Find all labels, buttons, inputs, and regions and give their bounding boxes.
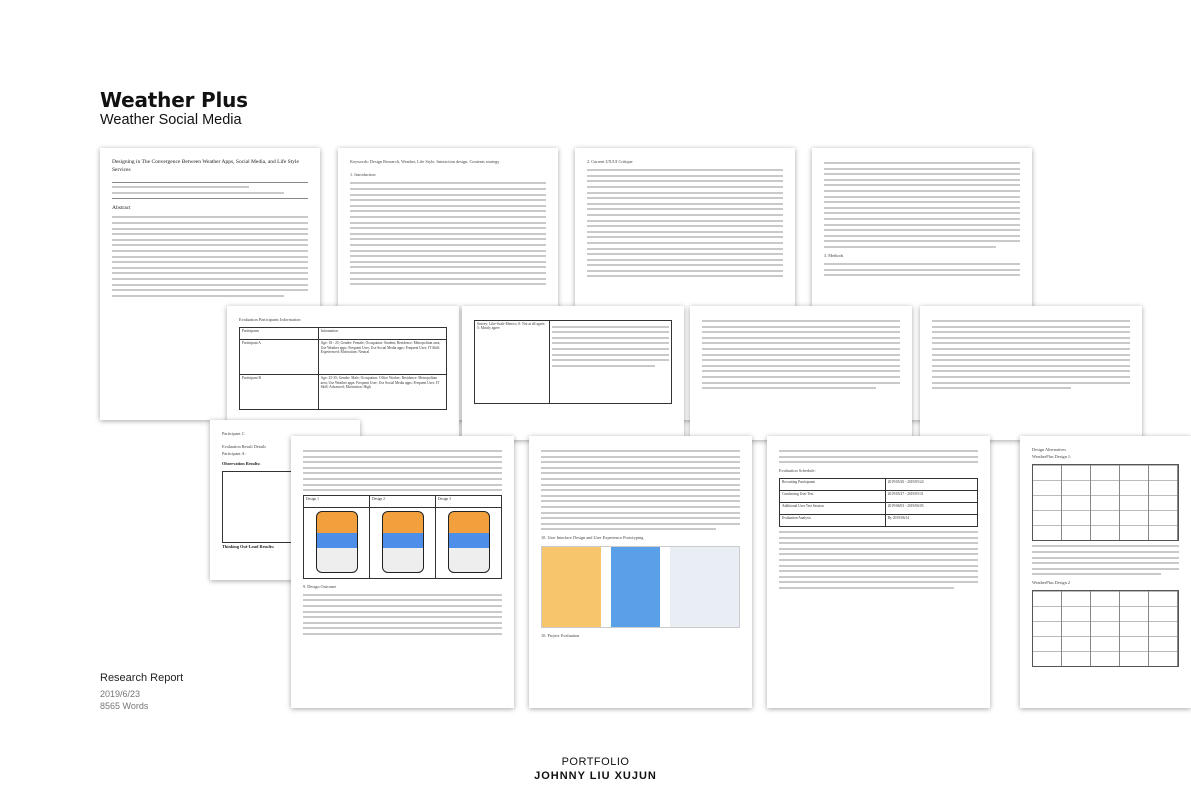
schedule-table: Recruiting Participants 2019/05/20 - 2019… <box>779 477 979 527</box>
critique-heading: 2. Current UX/UI Critique <box>587 159 633 164</box>
report-word-count: 8565 Words <box>100 701 149 711</box>
design-outcome-page: Design 1 Design 2 Design 3 9. Design Outco… <box>291 436 514 708</box>
introduction-heading: 1. Introduction <box>350 172 376 178</box>
participant-a-cell: Participant A <box>239 339 319 376</box>
ui-design-heading: 10. User Interface Design and User Exper… <box>541 535 644 541</box>
participant-b-cell: Participant B <box>239 374 319 411</box>
design-1-sketch <box>1032 464 1179 542</box>
design-alternatives-page: Design Alternatives WeatherPlus Design 1… <box>1020 436 1191 708</box>
col-participants: Participants <box>239 327 319 341</box>
methods-heading: 3. Methods <box>824 252 844 258</box>
participants-table: Participants Information Participant A Age… <box>239 327 448 411</box>
wp-design-2-label: WeatherPlus Design 2 <box>1032 579 1071 585</box>
schedule-row-0-date: 2019/05/20 - 2019/05/24 <box>884 477 979 491</box>
paper-title: Designing in The Convergence Between Wea… <box>112 159 299 173</box>
survey-legend: Survey: Like-Scale Metrics; 0: Not at al… <box>474 320 550 404</box>
schedule-page: Evaluation Schedule: Recruiting Particip… <box>767 436 990 708</box>
report-label: Research Report <box>100 672 184 684</box>
schedule-row-1-date: 2019/05/27 - 2019/05/31 <box>884 489 979 503</box>
prototype-image <box>541 545 740 628</box>
info-a-cell: Age: 18 - 25; Gender: Female; Occupation… <box>317 339 448 376</box>
design-2-sketch <box>1032 590 1179 668</box>
author-name: JOHNNY LIU XUJUN <box>534 770 657 782</box>
abstract-heading: Abstract <box>112 205 131 212</box>
keywords-line: Keywords: Design Research, Weather, Life… <box>350 159 500 164</box>
wp-design-1-label: WeatherPlus Design 1: <box>1032 454 1072 460</box>
schedule-row-1-task: Conducting User Test <box>779 489 886 503</box>
design-outcome-heading: 9. Design Outcome <box>303 583 337 589</box>
page-title: Weather Plus <box>100 88 248 112</box>
eval-info-heading: Evaluation Participants Information <box>239 317 301 322</box>
survey-page: Survey: Like-Scale Metrics; 0: Not at al… <box>462 306 684 440</box>
design-1-label: Design 1 <box>303 495 370 509</box>
portfolio-label: PORTFOLIO <box>561 756 630 768</box>
info-b-cell: Age: 25-35; Gender: Male; Occupation: Of… <box>317 374 448 411</box>
page-subtitle: Weather Social Media <box>100 112 242 128</box>
col-information: Information <box>317 327 448 341</box>
findings-page <box>920 306 1142 440</box>
design-3-label: Design 3 <box>435 495 502 509</box>
design-table: Design 1 Design 2 Design 3 <box>303 495 502 579</box>
report-date: 2019/6/23 <box>100 689 141 699</box>
design-2-screenshot <box>381 511 424 574</box>
survey-table: Survey: Like-Scale Metrics; 0: Not at al… <box>474 320 673 404</box>
observation-page <box>690 306 912 440</box>
design-3-screenshot <box>447 511 490 574</box>
report-meta: Research Report 2019/6/23 8565 Words <box>100 672 183 712</box>
design-2-label: Design 2 <box>369 495 436 509</box>
schedule-row-2-date: 2019/06/03 - 2019/06/05 <box>884 501 979 515</box>
design-alternatives-heading: Design Alternatives <box>1032 447 1067 452</box>
project-eval-heading: 10. Project Evaluation <box>541 632 580 638</box>
prototyping-page: 10. User Interface Design and User Exper… <box>529 436 752 708</box>
footer: PORTFOLIO JOHNNY LIU XUJUN <box>0 756 1191 782</box>
design-1-screenshot <box>315 511 358 574</box>
schedule-row-3-task: Evaluation Analysis <box>779 513 886 527</box>
schedule-row-3-date: By 2019/06/14 <box>884 513 979 527</box>
schedule-row-0-task: Recruiting Participants <box>779 477 886 491</box>
schedule-heading: Evaluation Schedule: <box>779 467 816 473</box>
schedule-row-2-task: Additional User Test Session <box>779 501 886 515</box>
